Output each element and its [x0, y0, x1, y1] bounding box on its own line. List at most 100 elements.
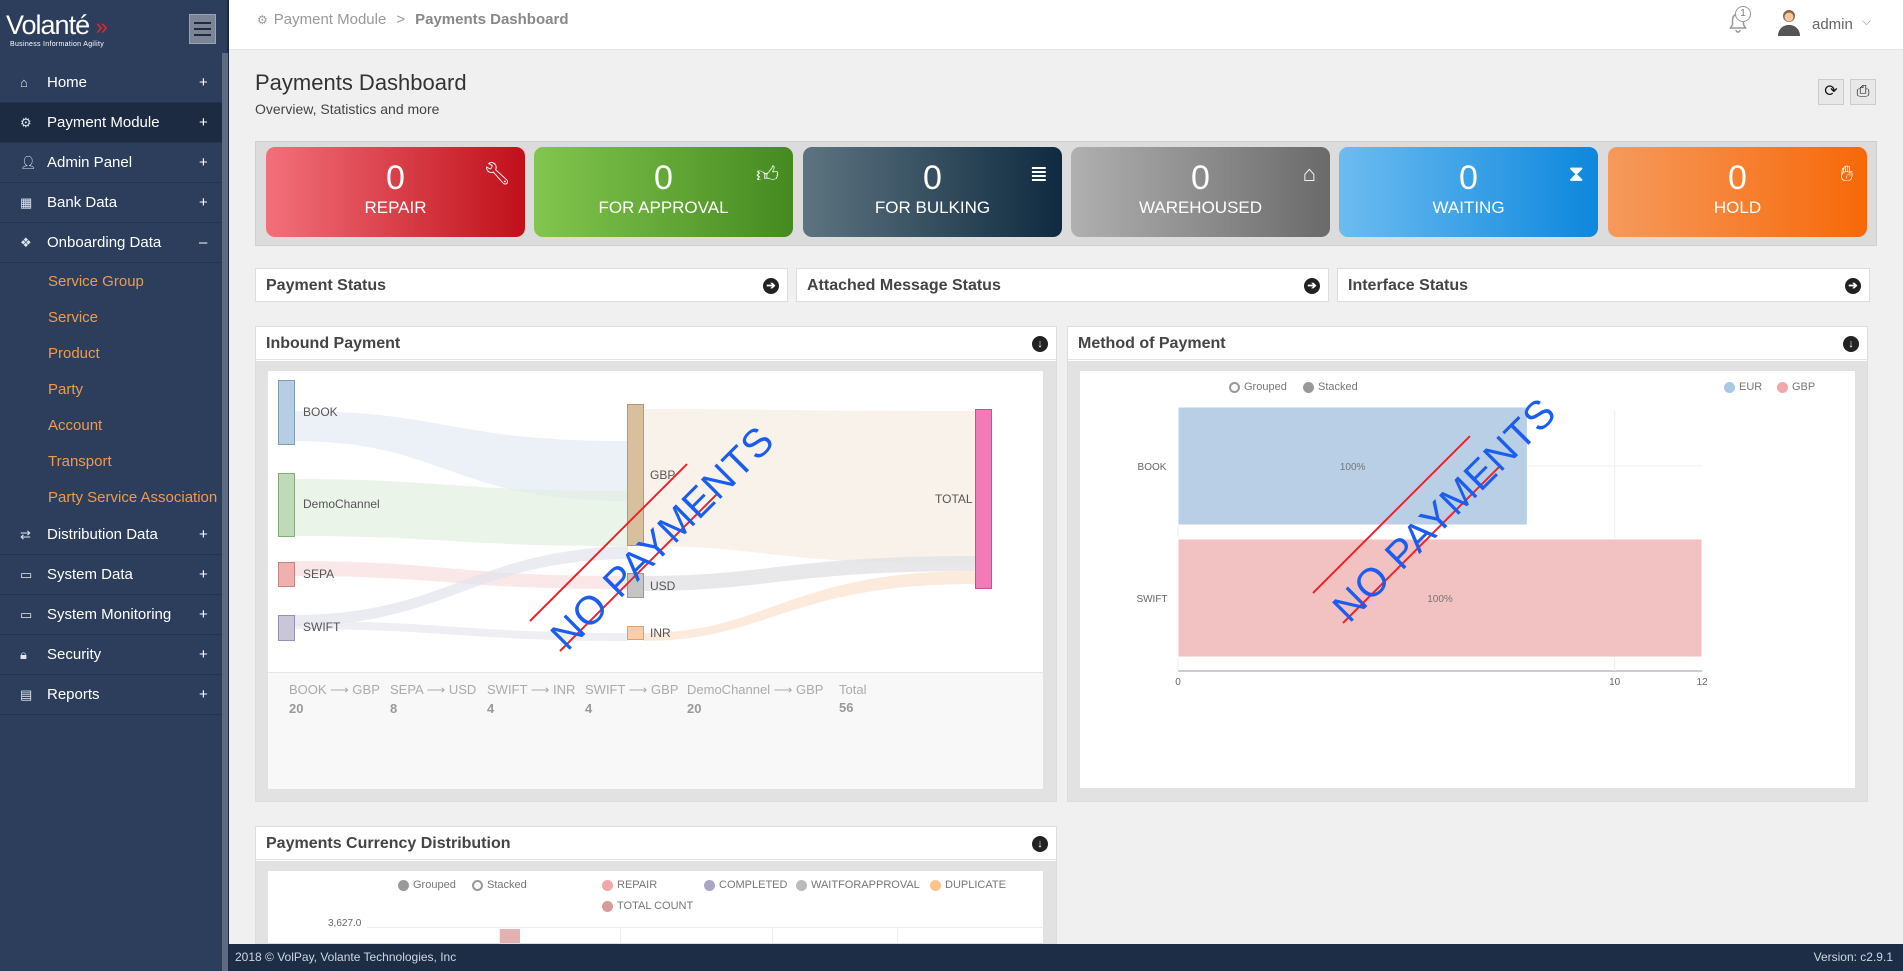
- sidebar-item-bank-data[interactable]: ▦ Bank Data +: [0, 183, 222, 223]
- payments-currency-distribution-panel: Payments Currency Distribution ↓ Grouped …: [255, 826, 1057, 944]
- stat-total: Total 56: [839, 682, 867, 715]
- sidebar-item-security[interactable]: 🔒︎ Security +: [0, 635, 222, 675]
- laptop-icon: ▭: [20, 606, 33, 622]
- top-bar: ⚙ Payment Module > Payments Dashboard 1 …: [229, 0, 1903, 50]
- print-icon: ⎙: [1856, 83, 1870, 100]
- panel-header: Interface Status ➔: [1338, 269, 1869, 302]
- breadcrumb: ⚙ Payment Module > Payments Dashboard: [257, 11, 568, 28]
- breadcrumb-separator: >: [396, 11, 406, 28]
- sankey-label-sepa: SEPA: [303, 567, 335, 581]
- chart-bar[interactable]: [500, 929, 520, 943]
- card-value: 0: [923, 159, 942, 197]
- breadcrumb-root[interactable]: Payment Module: [274, 11, 387, 28]
- card-label: HOLD: [1713, 198, 1762, 217]
- card-label: REPAIR: [364, 198, 427, 217]
- user-name[interactable]: admin: [1812, 16, 1853, 33]
- data-label: 100%: [1340, 462, 1366, 473]
- sidebar-scrollbar[interactable]: [222, 53, 228, 971]
- sankey-label-total: TOTAL: [935, 492, 973, 506]
- legend-waitforapproval[interactable]: WAITFORAPPROVAL: [796, 879, 920, 891]
- user-icon: 👤︎: [20, 154, 37, 170]
- sidebar-item-reports[interactable]: ▤ Reports +: [0, 675, 222, 715]
- panel-header: Inbound Payment ↓: [256, 327, 1056, 360]
- panel-header: Attached Message Status ➔: [797, 269, 1328, 302]
- hamburger-menu-button[interactable]: [189, 14, 216, 44]
- arrow-down-icon[interactable]: ↓: [1032, 336, 1048, 352]
- sidebar-item-home[interactable]: ⌂ Home +: [0, 63, 222, 103]
- payment-status-panel[interactable]: Payment Status ➔: [255, 268, 788, 302]
- hourglass-icon: ⧗: [1568, 161, 1584, 186]
- card-repair[interactable]: 🔧︎ 0 REPAIR: [266, 147, 525, 237]
- card-warehoused[interactable]: ⌂ 0 WAREHOUSED: [1071, 147, 1330, 237]
- chevron-down-icon[interactable]: ⌵: [1862, 14, 1871, 29]
- card-for-bulking[interactable]: ≣ 0 FOR BULKING: [803, 147, 1062, 237]
- x-tick-label: 12: [1696, 677, 1708, 688]
- refresh-button[interactable]: ⟳: [1818, 79, 1844, 105]
- sidebar-item-distribution-data[interactable]: ⇄ Distribution Data +: [0, 515, 222, 555]
- gridline: [897, 928, 898, 943]
- stat-swift-inr: SWIFT ⟶ INR 4: [487, 682, 576, 716]
- sidebar-subitem-transport[interactable]: Transport: [0, 443, 222, 479]
- card-waiting[interactable]: ⧗ 0 WAITING: [1339, 147, 1598, 237]
- legend-grouped[interactable]: Grouped: [398, 879, 456, 891]
- volante-logo[interactable]: Volanté » Business Information Agility: [6, 10, 108, 48]
- y-tick-label: SWIFT: [1136, 594, 1167, 605]
- wrench-icon: 🔧︎: [483, 161, 511, 186]
- sidebar-subitem-account[interactable]: Account: [0, 407, 222, 443]
- avatar[interactable]: [1777, 8, 1801, 36]
- sidebar-item-admin-panel[interactable]: 👤︎ Admin Panel +: [0, 143, 222, 183]
- footer: 2018 © VolPay, Volante Technologies, Inc…: [229, 944, 1903, 971]
- card-label: WAREHOUSED: [1138, 198, 1263, 217]
- legend-stacked[interactable]: Stacked: [472, 879, 527, 891]
- y-tick-label: BOOK: [1138, 462, 1167, 473]
- inbound-payment-panel: Inbound Payment ↓ BOOK DemoChannel SEPA S…: [255, 326, 1057, 802]
- sankey-node-gbp[interactable]: [627, 404, 644, 546]
- currency-chart: Grouped Stacked REPAIR COMPLETED WAITFOR…: [268, 871, 1043, 943]
- print-button[interactable]: ⎙: [1850, 79, 1876, 105]
- card-for-approval[interactable]: 👍︎ 0 FOR APPROVAL: [534, 147, 793, 237]
- sidebar-subitem-party[interactable]: Party: [0, 371, 222, 407]
- sidebar-subitem-service[interactable]: Service: [0, 299, 222, 335]
- file-icon: ▤: [20, 686, 33, 702]
- sankey-node-inr[interactable]: [627, 626, 644, 640]
- sankey-node-swift[interactable]: [278, 615, 295, 641]
- stat-swift-gbp: SWIFT ⟶ GBP 4: [585, 682, 679, 716]
- gridline: [367, 927, 1043, 928]
- gear-icon: ⚙: [20, 114, 32, 130]
- sidebar-item-system-data[interactable]: ▭ System Data +: [0, 555, 222, 595]
- sankey-node-book[interactable]: [278, 380, 295, 445]
- sankey-node-demochannel[interactable]: [278, 473, 295, 537]
- sankey-node-total[interactable]: [975, 409, 992, 589]
- arrow-down-icon[interactable]: ↓: [1843, 336, 1859, 352]
- sankey-node-sepa[interactable]: [278, 562, 295, 587]
- footer-version: Version: c2.9.1: [1813, 950, 1893, 964]
- interface-status-panel[interactable]: Interface Status ➔: [1337, 268, 1870, 302]
- method-chart: Grouped Stacked EUR GBP 100% BOOK 100% SWIF…: [1080, 371, 1855, 788]
- sidebar-subitem-product[interactable]: Product: [0, 335, 222, 371]
- arrow-right-icon[interactable]: ➔: [1304, 278, 1320, 294]
- legend-completed[interactable]: COMPLETED: [704, 879, 787, 891]
- legend-total-count[interactable]: TOTAL COUNT: [602, 900, 693, 912]
- page-title: Payments Dashboard: [255, 70, 467, 95]
- stat-demochannel-gbp: DemoChannel ⟶ GBP 20: [687, 682, 824, 716]
- y-axis-top-tick: 3,627.0: [328, 918, 362, 929]
- breadcrumb-current: Payments Dashboard: [415, 11, 569, 28]
- arrow-right-icon[interactable]: ➔: [763, 278, 779, 294]
- x-tick-label: 10: [1609, 677, 1621, 688]
- card-hold[interactable]: ✋︎ 0 HOLD: [1608, 147, 1867, 237]
- sidebar-item-payment-module[interactable]: ⚙ Payment Module +: [0, 103, 222, 143]
- legend-duplicate[interactable]: DUPLICATE: [930, 879, 1006, 891]
- desktop-icon: ▭: [20, 566, 33, 582]
- sidebar-item-system-monitoring[interactable]: ▭ System Monitoring +: [0, 595, 222, 635]
- sidebar-subitem-service-group[interactable]: Service Group: [0, 263, 222, 299]
- sankey-label-usd: USD: [650, 579, 676, 593]
- sidebar-item-onboarding-data[interactable]: ❖ Onboarding Data –: [0, 223, 222, 263]
- legend-repair[interactable]: REPAIR: [602, 879, 657, 891]
- sidebar-menu: ⌂ Home + ⚙ Payment Module + 👤︎ Admin Panel + ▦…: [0, 63, 222, 715]
- arrow-right-icon[interactable]: ➔: [1845, 278, 1861, 294]
- attached-message-status-panel[interactable]: Attached Message Status ➔: [796, 268, 1329, 302]
- sidebar-subitem-party-service-association[interactable]: Party Service Association: [0, 479, 222, 515]
- arrow-down-icon[interactable]: ↓: [1032, 836, 1048, 852]
- x-tick-label: 0: [1175, 677, 1181, 688]
- sidebar: Volanté » Business Information Agility ⌂…: [0, 0, 229, 971]
